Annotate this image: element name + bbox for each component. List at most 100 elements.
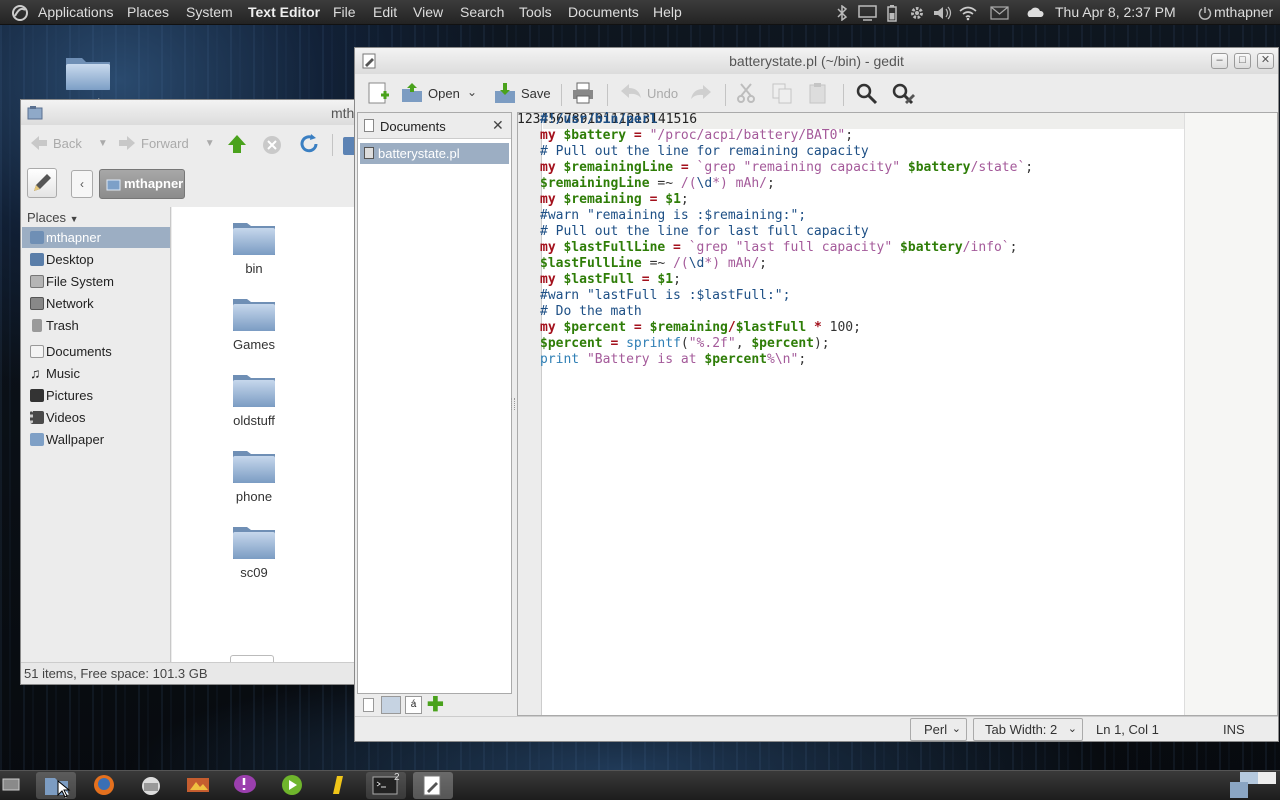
code-line[interactable]: my $battery = "/proc/acpi/battery/BAT0"; xyxy=(540,128,1033,144)
volume-icon[interactable] xyxy=(932,5,952,21)
menu-help[interactable]: Help xyxy=(653,4,682,20)
code-line[interactable]: $percent = sprintf("%.2f", $percent); xyxy=(540,336,1033,352)
code-line[interactable]: # Pull out the line for last full capaci… xyxy=(540,224,1033,240)
code-line[interactable]: #warn "remaining is :$remaining:"; xyxy=(540,208,1033,224)
desktop-folder-icon[interactable] xyxy=(58,52,118,92)
battery-icon[interactable] xyxy=(886,4,898,22)
workspace-switcher-icon[interactable] xyxy=(1228,770,1280,800)
minimize-button[interactable]: – xyxy=(1211,53,1228,69)
code-line[interactable]: # Do the math xyxy=(540,304,1033,320)
code-line[interactable]: my $percent = $remaining/$lastFull * 100… xyxy=(540,320,1033,336)
open-button[interactable]: Open xyxy=(400,81,460,105)
taskbar-text-editor[interactable] xyxy=(413,772,453,799)
code-line[interactable]: my $remainingLine = `grep "remaining cap… xyxy=(540,160,1033,176)
chevron-down-icon[interactable]: ▼ xyxy=(205,138,215,149)
document-list-item[interactable]: batterystate.pl xyxy=(360,143,509,164)
copy-icon[interactable] xyxy=(771,82,793,104)
taskbar-photo[interactable] xyxy=(178,772,218,799)
chevron-down-icon[interactable]: ▼ xyxy=(98,138,108,149)
language-selector[interactable]: Perl ⌄ xyxy=(910,718,967,741)
menu-applications[interactable]: Applications xyxy=(38,4,114,20)
documents-tab-icon[interactable] xyxy=(363,698,374,712)
place-network[interactable]: Network xyxy=(22,293,170,314)
wifi-icon[interactable] xyxy=(958,5,978,21)
places-header[interactable]: Places ▼ xyxy=(27,210,79,225)
folder-item[interactable]: phone xyxy=(204,447,304,504)
save-button[interactable]: Save xyxy=(493,81,551,105)
window-menu-icon[interactable] xyxy=(27,105,43,120)
code-line[interactable]: $remainingLine =~ /(\d*) mAh/; xyxy=(540,176,1033,192)
maximize-button[interactable]: □ xyxy=(1234,53,1251,69)
menu-app-name[interactable]: Text Editor xyxy=(248,4,320,20)
code-line[interactable]: my $lastFullLine = `grep "last full capa… xyxy=(540,240,1033,256)
tab-width-selector[interactable]: Tab Width: 2 ⌄ xyxy=(973,718,1083,741)
stop-icon[interactable] xyxy=(261,134,283,156)
place-music[interactable]: ♫ Music xyxy=(22,363,170,384)
weather-icon[interactable] xyxy=(1025,4,1045,20)
place-videos[interactable]: Videos xyxy=(22,407,170,428)
redo-icon[interactable] xyxy=(689,83,713,105)
code-text[interactable]: #!/usr/bin/perl my $battery = "/proc/acpi… xyxy=(540,112,1033,368)
show-desktop-button[interactable] xyxy=(0,772,24,799)
file-browser-tab-icon[interactable] xyxy=(381,696,401,714)
mail-icon[interactable] xyxy=(990,6,1009,20)
file-manager-titlebar[interactable]: mth xyxy=(21,100,355,125)
taskbar-firefox[interactable] xyxy=(84,772,124,799)
place-file-system[interactable]: File System xyxy=(22,271,170,292)
forward-button[interactable]: Forward ▼ xyxy=(117,134,215,152)
user-menu[interactable]: mthapner xyxy=(1214,4,1273,20)
cut-icon[interactable] xyxy=(735,82,757,104)
place-mthapner[interactable]: mthapner xyxy=(22,227,170,248)
folder-item[interactable]: Games xyxy=(204,295,304,352)
path-button-home[interactable]: mthapner xyxy=(99,169,185,199)
taskbar-media-player[interactable] xyxy=(272,772,312,799)
gnome-foot-icon[interactable] xyxy=(11,4,29,22)
clock[interactable]: Thu Apr 8, 2:37 PM xyxy=(1055,4,1176,20)
taskbar-notes[interactable] xyxy=(319,772,359,799)
code-line[interactable]: my $lastFull = $1; xyxy=(540,272,1033,288)
taskbar-chat[interactable] xyxy=(225,772,265,799)
place-pictures[interactable]: Pictures xyxy=(22,385,170,406)
bluetooth-icon[interactable] xyxy=(836,5,848,21)
folder-item[interactable]: bin xyxy=(204,219,304,276)
close-button[interactable]: ✕ xyxy=(1257,53,1274,69)
folder-item[interactable]: sc09 xyxy=(204,523,304,580)
snippets-tab-icon[interactable]: ✚ xyxy=(427,695,446,715)
place-desktop[interactable]: Desktop xyxy=(22,249,170,270)
menu-search[interactable]: Search xyxy=(460,4,504,20)
print-icon[interactable] xyxy=(571,81,595,105)
text-editor-icon[interactable] xyxy=(361,53,377,69)
code-line[interactable]: #!/usr/bin/perl xyxy=(540,112,1033,128)
undo-button[interactable]: Undo xyxy=(619,82,678,104)
close-panel-icon[interactable]: ✕ xyxy=(492,117,504,134)
back-button[interactable]: Back ▼ xyxy=(29,134,108,152)
menu-file[interactable]: File xyxy=(333,4,356,20)
place-trash[interactable]: Trash xyxy=(22,315,170,336)
path-scroll-left[interactable]: ‹ xyxy=(71,170,93,198)
code-line[interactable]: print "Battery is at $percent%\n"; xyxy=(540,352,1033,368)
menu-system[interactable]: System xyxy=(186,4,233,20)
code-line[interactable]: #warn "lastFull is :$lastFull:"; xyxy=(540,288,1033,304)
code-line[interactable]: # Pull out the line for remaining capaci… xyxy=(540,144,1033,160)
menu-edit[interactable]: Edit xyxy=(373,4,397,20)
code-line[interactable]: my $remaining = $1; xyxy=(540,192,1033,208)
code-line[interactable]: $lastFullLine =~ /(\d*) mAh/; xyxy=(540,256,1033,272)
search-replace-icon[interactable] xyxy=(891,82,917,108)
gear-icon[interactable] xyxy=(909,5,925,21)
menu-view[interactable]: View xyxy=(413,4,443,20)
folder-item[interactable]: oldstuff xyxy=(204,371,304,428)
menu-places[interactable]: Places xyxy=(127,4,169,20)
edit-location-button[interactable] xyxy=(27,168,57,198)
place-documents[interactable]: Documents xyxy=(22,341,170,362)
recent-files-chevron-icon[interactable]: ⌄ xyxy=(467,85,477,99)
new-document-icon[interactable] xyxy=(367,81,391,107)
taskbar-terminal[interactable]: 2 xyxy=(366,772,406,799)
power-icon[interactable] xyxy=(1198,6,1212,20)
search-icon[interactable] xyxy=(855,82,879,106)
char-map-tab-icon[interactable]: á xyxy=(405,696,422,714)
pane-resize-handle[interactable] xyxy=(511,398,515,410)
display-icon[interactable] xyxy=(858,4,878,21)
paste-icon[interactable] xyxy=(807,82,829,104)
reload-icon[interactable] xyxy=(298,133,320,155)
menu-documents[interactable]: Documents xyxy=(568,4,639,20)
